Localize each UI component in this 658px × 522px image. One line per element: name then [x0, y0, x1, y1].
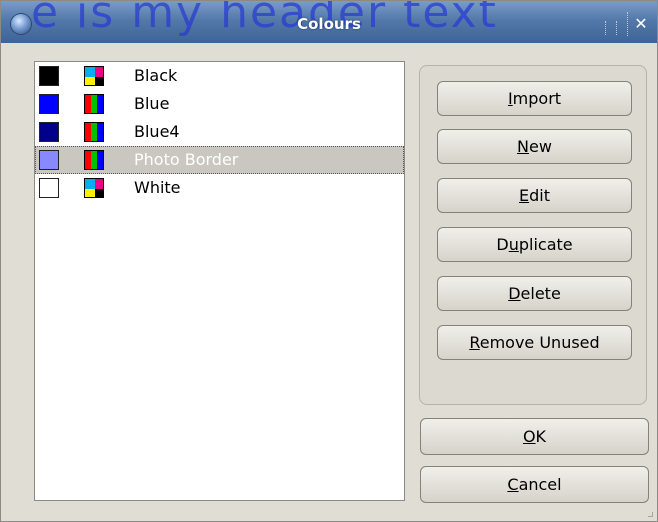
resize-grip-icon[interactable] — [648, 512, 653, 517]
ok-button[interactable]: OK — [420, 418, 649, 455]
colour-swatch — [39, 94, 59, 114]
list-item-blue[interactable]: Blue — [35, 90, 404, 118]
list-item-photo-border[interactable]: Photo Border — [35, 146, 404, 174]
colours-dialog: e is my header text Colours ✕ Black Blue… — [0, 0, 658, 522]
colour-name: White — [134, 178, 181, 197]
list-item-white[interactable]: White — [35, 174, 404, 202]
rgb-icon — [84, 150, 104, 170]
colour-swatch — [39, 178, 59, 198]
list-item-blue4[interactable]: Blue4 — [35, 118, 404, 146]
rgb-icon — [84, 94, 104, 114]
new-button[interactable]: New — [437, 129, 632, 164]
colour-swatch — [39, 122, 59, 142]
list-item-black[interactable]: Black — [35, 62, 404, 90]
colour-swatch — [39, 150, 59, 170]
title-bar[interactable]: e is my header text Colours ✕ — [1, 1, 657, 43]
colour-name: Blue — [134, 94, 170, 113]
rgb-icon — [84, 122, 104, 142]
colour-name: Black — [134, 66, 178, 85]
colour-list[interactable]: Black Blue Blue4 Photo Border White — [34, 61, 405, 501]
remove-unused-button[interactable]: Remove Unused — [437, 325, 632, 360]
duplicate-button[interactable]: Duplicate — [437, 227, 632, 262]
cmyk-icon — [84, 66, 104, 86]
window-title: Colours — [297, 15, 361, 33]
import-button[interactable]: Import — [437, 81, 632, 116]
colour-swatch — [39, 66, 59, 86]
close-icon[interactable]: ✕ — [627, 12, 654, 36]
colour-name: Photo Border — [134, 150, 239, 169]
colour-name: Blue4 — [134, 122, 180, 141]
cancel-button[interactable]: Cancel — [420, 466, 649, 503]
delete-button[interactable]: Delete — [437, 276, 632, 311]
titlebar-grip-icon — [605, 21, 617, 35]
cmyk-icon — [84, 178, 104, 198]
edit-button[interactable]: Edit — [437, 178, 632, 213]
